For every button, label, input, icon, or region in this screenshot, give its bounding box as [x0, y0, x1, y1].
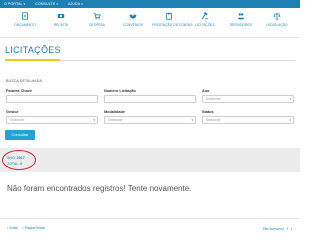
gestor-select[interactable]: Selecione ▾ — [6, 116, 98, 124]
pagina-inicial-link[interactable]: ⌂ Página Inicial — [22, 226, 45, 230]
ano-label: Ano — [202, 89, 210, 93]
site-acessivel-link[interactable]: Site Acessível — [263, 227, 284, 231]
nav-label: LEGISLAÇÃO — [266, 23, 288, 27]
nav-label: ORÇAMENTO — [14, 23, 36, 27]
menu-ajuda[interactable]: AJUDA ▾ — [68, 2, 83, 6]
scale-icon — [273, 12, 281, 20]
clipboard-icon — [166, 12, 172, 20]
no-results-message: Não foram encontrados registros! Tente n… — [7, 184, 192, 193]
menu-consulte[interactable]: CONSULTE ▾ — [35, 2, 58, 6]
nav-item-servidores[interactable]: SERVIDORES — [224, 12, 258, 27]
document-icon — [22, 12, 28, 20]
modalidade-select[interactable]: Selecione ▾ — [104, 116, 196, 124]
numero-licitacao-input[interactable] — [104, 95, 196, 103]
busca-detalhada-label: BUSCA DETALHADA — [6, 79, 42, 83]
chevron-left-icon: ‹ — [7, 226, 9, 230]
gestor-label: Gestor — [6, 110, 19, 114]
title-accent-bar — [5, 59, 60, 61]
gavel-icon — [201, 12, 209, 20]
nav-label: SERVIDORES — [230, 23, 252, 27]
footer-divider — [0, 218, 300, 219]
nav-item-orcamento[interactable]: ORÇAMENTO — [8, 12, 42, 27]
palavra-chave-label: Palavra Chave — [6, 89, 32, 93]
chevron-down-icon: ▾ — [191, 118, 193, 122]
voltar-link[interactable]: ‹ Voltar — [7, 226, 18, 230]
footer-links: ‹ Voltar ⌂ Página Inicial — [7, 226, 45, 230]
status-label: Status — [202, 110, 214, 114]
nav-label: PRESTAÇÃO DE CONTAS — [152, 23, 193, 27]
cart-icon — [93, 13, 101, 20]
people-icon — [237, 13, 245, 20]
handshake-icon — [129, 14, 137, 19]
nav-label: CONVÊNIOS — [122, 23, 144, 27]
chevron-down-icon: ▾ — [93, 118, 95, 122]
chevron-down-icon: ▾ — [23, 2, 26, 6]
nav-label: RECEITA — [53, 23, 69, 27]
nav-item-legislacao[interactable]: LEGISLAÇÃO — [260, 12, 294, 27]
top-bar: O PORTAL ▾ CONSULTE ▾ AJUDA ▾ — [0, 0, 300, 8]
annotation-circle — [2, 150, 36, 170]
nav-label: DESPESA — [89, 23, 105, 27]
palavra-chave-input[interactable] — [6, 95, 98, 103]
status-select[interactable]: Selecione ▾ — [202, 116, 294, 124]
chevron-down-icon: ▾ — [289, 97, 291, 101]
nav-item-convenios[interactable]: CONVÊNIOS — [116, 12, 150, 27]
menu-o-portal[interactable]: O PORTAL ▾ — [4, 2, 25, 6]
twitter-icon[interactable]: t — [291, 226, 292, 231]
chevron-down-icon: ▾ — [289, 118, 291, 122]
home-icon: ⌂ — [21, 226, 24, 230]
chevron-down-icon: ▾ — [81, 2, 83, 6]
results-summary-band — [0, 148, 300, 172]
money-icon — [57, 14, 65, 18]
nav-label: LICITAÇÕES — [195, 23, 215, 27]
main-nav: ORÇAMENTO RECEITA DESPESA CONVÊNIOS PRES… — [0, 8, 300, 38]
nav-item-despesa[interactable]: DESPESA — [80, 12, 114, 27]
ano-select[interactable]: Selecione ▾ — [202, 95, 294, 103]
chevron-down-icon: ▾ — [56, 2, 58, 6]
consultar-button[interactable]: Consultar — [5, 130, 35, 140]
footer-right: Site Acessível f t — [263, 226, 292, 231]
facebook-icon[interactable]: f — [287, 226, 288, 231]
nav-item-receita[interactable]: RECEITA — [44, 12, 78, 27]
page-title: LICITAÇÕES — [5, 45, 61, 55]
modalidade-label: Modalidade — [104, 110, 125, 114]
numero-licitacao-label: Número Licitação — [104, 89, 136, 93]
nav-item-prestacao[interactable]: PRESTAÇÃO DE CONTAS — [152, 12, 193, 27]
nav-item-licitacoes[interactable]: LICITAÇÕES — [188, 12, 222, 27]
